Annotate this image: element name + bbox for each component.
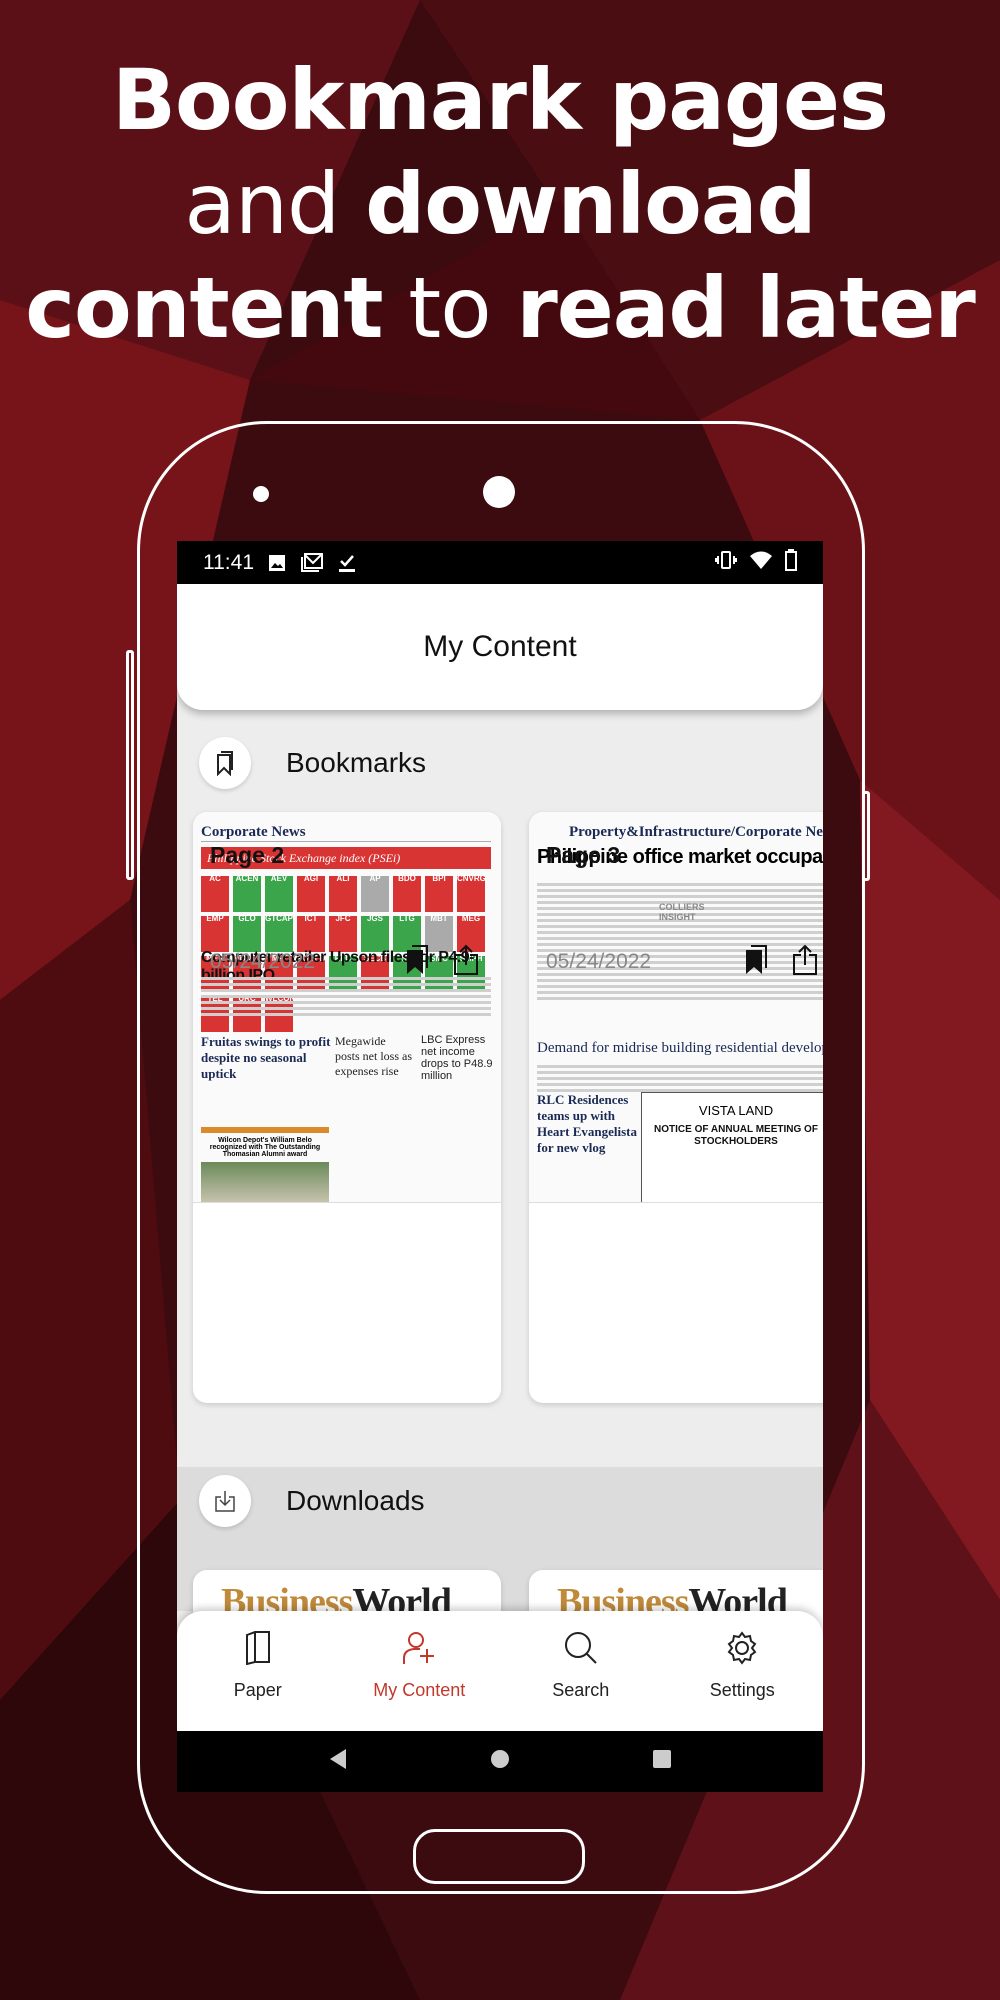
stock-tile: ACEN xyxy=(233,875,261,912)
bottom-nav: Paper My Content Search Settings xyxy=(177,1611,823,1733)
phone-sensor xyxy=(253,486,269,502)
bookmarks-title: Bookmarks xyxy=(286,747,427,778)
bookmarks-section-header: Bookmarks xyxy=(177,737,823,789)
downloads-title: Downloads xyxy=(286,1485,425,1516)
thumb-ad: VISTA LAND NOTICE OF ANNUAL MEETING OF S… xyxy=(641,1092,823,1202)
download-icon xyxy=(199,1475,251,1527)
nav-search[interactable]: Search xyxy=(500,1611,662,1733)
nav-paper[interactable]: Paper xyxy=(177,1611,339,1733)
bookmark-date: 05/24/2022 xyxy=(546,950,652,973)
stock-tile: GTCAP xyxy=(265,915,293,952)
status-time: 11:41 xyxy=(203,550,254,574)
stock-tile: BDO xyxy=(393,875,421,912)
stock-tile: AC xyxy=(201,875,229,912)
back-icon[interactable] xyxy=(328,1748,348,1775)
recents-icon[interactable] xyxy=(652,1749,672,1774)
stock-tile: EMP xyxy=(201,915,229,952)
stock-tile: GLO xyxy=(233,915,261,952)
share-icon[interactable] xyxy=(453,944,479,981)
app-screen: 11:41 My Content Bookmarks Corporate New… xyxy=(177,541,823,1792)
nav-label: Settings xyxy=(709,1680,775,1700)
stock-tile: AEV xyxy=(265,875,293,912)
ad-title: NOTICE OF ANNUAL MEETING OF STOCKHOLDERS xyxy=(654,1124,818,1147)
vibrate-icon xyxy=(715,550,737,576)
phone-camera xyxy=(483,476,515,508)
battery-icon xyxy=(785,548,797,577)
share-icon[interactable] xyxy=(792,944,818,981)
stock-tile: JGS xyxy=(361,915,389,952)
paper-icon xyxy=(243,1630,273,1670)
system-nav-bar xyxy=(177,1731,823,1792)
thumb-sub2: Megawide posts net loss as expenses rise xyxy=(335,1034,413,1078)
download-done-icon xyxy=(338,553,356,573)
stock-tile: AGI xyxy=(297,875,325,912)
page-label: Page 2 xyxy=(210,842,285,868)
gear-icon xyxy=(725,1631,759,1670)
user-add-icon xyxy=(402,1631,436,1670)
thumb-sub1: Fruitas swings to profit despite no seas… xyxy=(201,1034,331,1081)
ad-brand: VISTA LAND xyxy=(698,1103,774,1118)
downloads-section-header: Downloads xyxy=(177,1456,823,1546)
thumb-sub3: LBC Express net income drops to P48.9 mi… xyxy=(421,1034,493,1082)
nav-my-content[interactable]: My Content xyxy=(339,1611,501,1733)
nav-settings[interactable]: Settings xyxy=(662,1611,824,1733)
status-bar: 11:41 xyxy=(177,541,823,584)
gmail-icon xyxy=(300,552,324,573)
stock-tile: AP xyxy=(361,875,389,912)
thumb-sub2: RLC Residences teams up with Heart Evang… xyxy=(537,1092,638,1155)
thumb-photo xyxy=(201,1162,329,1202)
bookmark-outline-icon xyxy=(199,737,251,789)
phone-home-button xyxy=(413,1829,585,1884)
stock-tile: ICT xyxy=(297,915,325,952)
wifi-icon xyxy=(749,550,773,576)
stock-tile: BPI xyxy=(425,875,453,912)
image-icon xyxy=(268,554,286,572)
thumb-sub1: Demand for midrise building residential … xyxy=(537,1040,823,1056)
bookmark-date: 05/24/2022 xyxy=(210,950,316,973)
page-label: Page 3 xyxy=(546,842,621,868)
bookmark-card[interactable]: Property&Infrastructure/Corporate News P… xyxy=(529,812,823,1403)
phone-volume-button xyxy=(126,650,134,880)
thumb-section: Corporate News xyxy=(201,824,491,842)
page-title: My Content xyxy=(177,584,823,710)
promo-headline: Bookmark pages and download content to r… xyxy=(25,51,976,357)
page-thumbnail[interactable]: Property&Infrastructure/Corporate News P… xyxy=(529,812,823,1203)
thumb-insight: COLLIERS INSIGHT xyxy=(659,902,705,922)
thumb-section: Property&Infrastructure/Corporate News xyxy=(569,824,823,840)
stock-tile: CNVRG xyxy=(457,875,486,912)
stock-tile: JFC xyxy=(329,915,357,952)
home-icon[interactable] xyxy=(490,1749,510,1774)
bookmark-filled-icon[interactable] xyxy=(744,944,770,981)
phone-power-button xyxy=(862,791,870,881)
nav-label: Search xyxy=(552,1680,610,1700)
page-thumbnail[interactable]: Corporate News Philippine Stock Exchange… xyxy=(193,812,501,1203)
bookmark-filled-icon[interactable] xyxy=(405,944,431,981)
stock-tile: ALI xyxy=(329,875,357,912)
thumb-sub4: Wilcon Depot's William Belo recognized w… xyxy=(209,1137,321,1158)
bookmark-card[interactable]: Corporate News Philippine Stock Exchange… xyxy=(193,812,501,1403)
search-icon xyxy=(564,1631,598,1670)
nav-label: Paper xyxy=(233,1680,282,1700)
nav-label: My Content xyxy=(373,1680,466,1700)
